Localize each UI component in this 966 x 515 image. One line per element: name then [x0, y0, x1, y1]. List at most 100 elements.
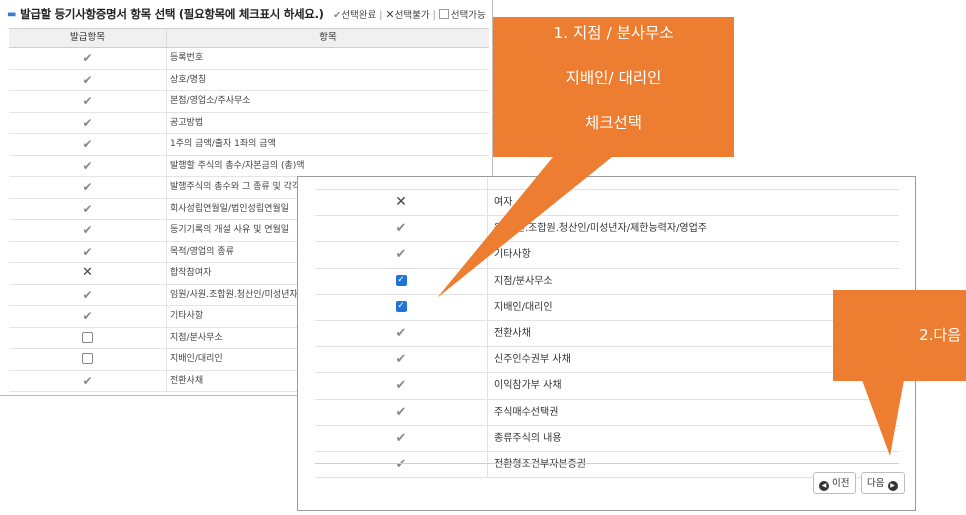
prev-arrow-icon: ◀: [819, 481, 829, 491]
table-row: ✔ 이익참가부 사채: [315, 373, 899, 400]
checkbox-checked[interactable]: ✓: [395, 275, 407, 287]
legend-done: 선택완료: [341, 10, 377, 21]
dialog-table: ✕ 여자 ✔ 원/사원.조합원.청산인/미성년자/제한능력자/영업주 ✔ 기타사항 ✓ 지점/…: [315, 177, 899, 479]
check-icon: ✔: [82, 287, 93, 302]
check-icon: ✔: [82, 180, 93, 194]
row-mark-cell: ✔: [9, 306, 167, 327]
checkbox[interactable]: [82, 353, 93, 364]
check-icon: ✔: [82, 373, 93, 388]
row-mark-cell: ✔: [315, 320, 488, 347]
check-icon: ✔: [82, 72, 93, 87]
legend-separator: |: [432, 10, 436, 21]
table-row: ✔ 1주의 금액/출자 1좌의 금액: [9, 134, 489, 156]
table-row: ✓ 지배인/대리인: [315, 294, 899, 321]
check-icon: ✔: [395, 430, 407, 446]
check-icon: ✔: [82, 137, 93, 151]
next-label: 다음: [867, 478, 885, 489]
check-icon: ✔: [395, 247, 407, 263]
check-icon: ✔: [82, 115, 93, 130]
callout-step1-line1: 1. 지점 / 분사무소: [553, 24, 674, 42]
row-mark-cell: ✔: [315, 451, 488, 478]
column-header-issue: 발급항목: [9, 29, 167, 47]
check-icon: ✔: [82, 51, 93, 65]
check-icon: ✔: [395, 325, 407, 341]
check-icon: ✔: [395, 352, 407, 368]
table-row: ✔ 원/사원.조합원.청산인/미성년자/제한능력자/영업주: [315, 216, 899, 243]
row-mark-cell: ✕: [9, 263, 167, 284]
check-icon: ✔: [82, 223, 93, 237]
prev-label: 이전: [832, 478, 850, 489]
table-row: ✔ 기타사항: [315, 242, 899, 269]
x-icon: ✕: [395, 194, 407, 210]
column-header-item: 항목: [319, 32, 337, 43]
row-mark-cell: ✔: [9, 241, 167, 262]
row-mark-cell: ✔: [9, 284, 167, 305]
table-row: ✔ 등록번호: [9, 48, 489, 70]
legend-available: 선택가능: [450, 10, 486, 21]
callout-step1-line2: 지배인/ 대리인: [565, 69, 662, 87]
row-mark-cell: ✔: [315, 425, 488, 451]
bullet-icon: ▬: [7, 9, 17, 20]
row-mark-cell: ✔: [9, 48, 167, 69]
row-mark-cell: ✔: [9, 220, 167, 241]
legend-unavailable: 선택불가: [394, 10, 430, 21]
row-mark-cell: ✔: [315, 399, 488, 425]
row-label: 기타사항: [494, 249, 531, 261]
legend-separator: |: [379, 10, 383, 21]
row-mark-cell: ✔: [9, 69, 167, 90]
callout-step2-label: 2.다음: [919, 326, 961, 344]
row-mark-cell: ✕: [315, 190, 488, 216]
section-title: 발급할 등기사항증명서 항목 선택 (필요항목에 체크표시 하세요.): [20, 7, 324, 21]
x-icon: ✕: [82, 265, 93, 280]
prev-button[interactable]: ◀ 이전: [813, 472, 856, 494]
table-row: [315, 177, 899, 190]
row-label: [488, 177, 899, 189]
selection-dialog: ✕ 여자 ✔ 원/사원.조합원.청산인/미성년자/제한능력자/영업주 ✔ 기타사항 ✓ 지점/…: [297, 176, 916, 511]
row-label: 상호/명칭: [170, 74, 207, 85]
row-mark-cell: ✔: [315, 373, 488, 399]
check-icon: ✔: [395, 378, 407, 394]
row-label: 등록번호: [170, 53, 204, 63]
check-icon: ✔: [395, 221, 407, 237]
row-label: 원/사원.조합원.청산인/미성년자/제한능력자/영업주: [494, 223, 708, 235]
table-row: ✔ 종류주식의 내용: [315, 425, 899, 452]
table-row: ✔ 발행할 주식의 총수/자본금의 (총)액: [9, 155, 489, 177]
check-icon: ✔: [82, 158, 93, 173]
table-row: ✕ 여자: [315, 190, 899, 217]
row-mark-cell: ✔: [9, 112, 167, 133]
row-mark-cell: ✔: [315, 242, 488, 268]
row-label: 여자: [494, 197, 513, 208]
row-mark-cell: ✓: [315, 294, 488, 320]
checkbox-icon: [438, 9, 449, 19]
check-icon: ✔: [82, 94, 93, 108]
row-label: 공고방법: [170, 117, 204, 128]
row-label: 발행할 주식의 총수/자본금의 (총)액: [170, 160, 305, 171]
next-arrow-icon: ▶: [887, 481, 898, 491]
callout-step2: 2.다음: [833, 290, 966, 381]
row-mark-cell: ✔: [9, 155, 167, 176]
row-mark-cell: [9, 349, 167, 370]
legend: ✔선택완료 | ✕선택불가 | 선택가능: [333, 8, 486, 21]
row-mark-cell: ✔: [315, 216, 488, 242]
check-icon: ✔: [395, 404, 407, 420]
check-icon: ✔: [395, 456, 407, 472]
table-row: ✓ 지점/분사무소: [315, 268, 899, 295]
check-icon: ✔: [82, 309, 93, 323]
row-mark-cell: ✓: [315, 268, 488, 294]
divider: [315, 463, 899, 464]
table-row: ✔ 공고방법: [9, 112, 489, 134]
table-header: 발급항목 항목: [9, 28, 489, 48]
callout-step1: 1. 지점 / 분사무소 지배인/ 대리인 체크선택: [493, 17, 734, 157]
table-row: ✔ 주식매수선택권: [315, 399, 899, 426]
x-icon: ✕: [385, 8, 395, 21]
table-row: ✔ 전환형조건부자본증권: [315, 451, 899, 479]
next-button[interactable]: 다음 ▶: [861, 472, 905, 494]
row-label: 1주의 금액/출자 1좌의 금액: [170, 139, 276, 149]
row-mark-cell: ✔: [9, 370, 167, 391]
table-row: ✔ 본점/영업소/주사무소: [9, 91, 489, 113]
checkbox[interactable]: [82, 331, 93, 343]
check-icon: ✔: [82, 201, 93, 216]
table-row: ✔ 상호/명칭: [9, 69, 489, 91]
checkbox-checked[interactable]: ✓: [395, 301, 407, 313]
row-mark-cell: ✔: [9, 177, 167, 198]
